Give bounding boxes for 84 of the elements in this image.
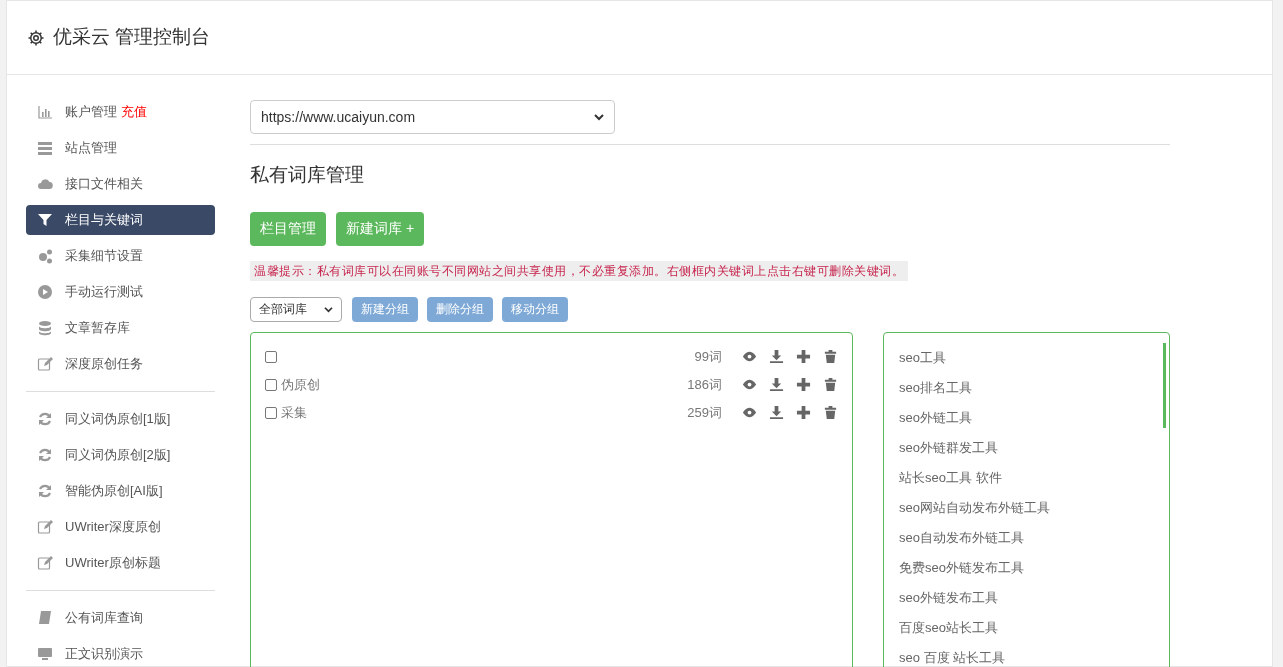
sidebar-label: 站点管理	[65, 139, 117, 158]
sidebar-label: 同义词伪原创[2版]	[65, 446, 171, 465]
sidebar-item[interactable]: 站点管理	[26, 133, 215, 163]
plus-icon[interactable]	[796, 405, 811, 420]
sidebar-item[interactable]: 手动运行测试	[26, 277, 215, 307]
trash-icon[interactable]	[823, 377, 838, 392]
sidebar-label: 账户管理	[65, 103, 117, 122]
edit-icon	[37, 356, 53, 372]
keyword-item[interactable]: seo自动发布外链工具	[899, 522, 1024, 553]
refresh-icon	[37, 447, 53, 463]
checkbox[interactable]	[265, 350, 277, 363]
sidebar-label: 智能伪原创[AI版]	[65, 482, 163, 501]
keyword-item[interactable]: seo外链群发工具	[899, 432, 998, 463]
monitor-icon	[37, 646, 53, 662]
sidebar-item[interactable]: UWriter深度原创	[26, 512, 215, 542]
trash-icon[interactable]	[823, 405, 838, 420]
caret-icon	[594, 113, 604, 121]
keyword-item[interactable]: seo外链发布工具	[899, 582, 998, 613]
sidebar-label: UWriter原创标题	[65, 554, 161, 573]
keyword-item[interactable]: 站长seo工具 软件	[899, 462, 1002, 493]
sidebar-item[interactable]: 正文识别演示	[26, 639, 215, 667]
sidebar-item[interactable]: 接口文件相关	[26, 169, 215, 199]
site-select[interactable]: https://www.ucaiyun.com	[250, 100, 615, 134]
eye-icon[interactable]	[742, 377, 757, 392]
plus-icon[interactable]	[796, 377, 811, 392]
sidebar-item[interactable]: 栏目与关键词	[26, 205, 215, 235]
sidebar-item[interactable]: 公有词库查询	[26, 603, 215, 633]
cloud-upload-icon	[37, 176, 53, 192]
sidebar-label: 深度原创任务	[65, 355, 143, 374]
keyword-item[interactable]: seo排名工具	[899, 372, 972, 403]
plus-icon[interactable]	[796, 349, 811, 364]
play-icon	[37, 284, 53, 300]
word-count: 99词	[694, 347, 722, 366]
checkbox[interactable]	[265, 378, 277, 391]
checkbox[interactable]	[265, 406, 277, 419]
group-select[interactable]: 全部词库	[250, 296, 342, 322]
library-name: 伪原创	[281, 375, 320, 394]
console-title: 优采云 管理控制台	[53, 25, 211, 50]
database-icon	[37, 320, 53, 336]
keyword-item[interactable]: seo工具	[899, 342, 946, 373]
server-icon	[37, 140, 53, 156]
eye-icon[interactable]	[742, 349, 757, 364]
sidebar-label: 接口文件相关	[65, 175, 143, 194]
keyword-item[interactable]: 百度seo站长工具	[899, 612, 998, 643]
edit-icon	[37, 555, 53, 571]
sidebar-label: UWriter深度原创	[65, 518, 161, 537]
sidebar-label: 同义词伪原创[1版]	[65, 410, 171, 429]
sidebar-item[interactable]: 同义词伪原创[2版]	[26, 440, 215, 470]
sidebar-item[interactable]: 账户管理 充值	[26, 97, 215, 127]
library-name: 采集	[281, 403, 307, 422]
keyword-item[interactable]: seo网站自动发布外链工具	[899, 492, 1050, 523]
refresh-icon	[37, 411, 53, 427]
download-icon[interactable]	[769, 377, 784, 392]
keyword-item[interactable]: seo 百度 站长工具	[899, 642, 1006, 667]
download-icon[interactable]	[769, 405, 784, 420]
caret-icon	[324, 305, 333, 313]
sidebar-label: 公有词库查询	[65, 609, 143, 628]
filter-icon	[37, 212, 53, 228]
sidebar-item[interactable]: 文章暂存库	[26, 313, 215, 343]
sidebar-item[interactable]: UWriter原创标题	[26, 548, 215, 578]
word-count: 186词	[687, 375, 722, 394]
sidebar-item[interactable]: 采集细节设置	[26, 241, 215, 271]
sidebar-label: 文章暂存库	[65, 319, 130, 338]
keyword-item[interactable]: 免费seo外链发布工具	[899, 552, 1024, 583]
settings-icon	[27, 28, 45, 47]
page-heading: 私有词库管理	[250, 163, 365, 187]
recharge-link[interactable]: 充值	[121, 102, 147, 122]
trash-icon[interactable]	[823, 349, 838, 364]
sidebar-item[interactable]: 智能伪原创[AI版]	[26, 476, 215, 506]
tip-text: 温馨提示：私有词库可以在同账号不同网站之间共享使用，不必重复添加。右侧框内关键词上点击右键可删除关键词。	[250, 260, 908, 281]
edit-icon	[37, 519, 53, 535]
refresh-icon	[37, 483, 53, 499]
bar-chart-icon	[37, 104, 53, 120]
sidebar-label: 采集细节设置	[65, 247, 143, 266]
eye-icon[interactable]	[742, 405, 757, 420]
word-count: 259词	[687, 403, 722, 422]
sidebar-label: 手动运行测试	[65, 283, 143, 302]
keyword-item[interactable]: seo外链工具	[899, 402, 972, 433]
scrollbar-thumb[interactable]	[1163, 342, 1166, 428]
sidebar-item[interactable]: 深度原创任务	[26, 349, 215, 379]
sidebar-label: 栏目与关键词	[65, 211, 143, 230]
sidebar-item[interactable]: 同义词伪原创[1版]	[26, 404, 215, 434]
download-icon[interactable]	[769, 349, 784, 364]
sidebar-label: 正文识别演示	[65, 645, 143, 664]
